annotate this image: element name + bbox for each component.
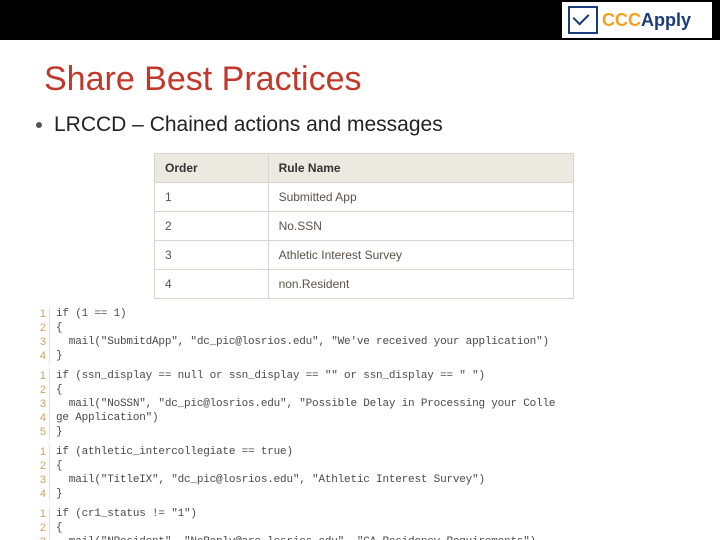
table-row: 2No.SSN (155, 212, 574, 241)
line-gutter: 1234 (28, 307, 50, 363)
slide-title: Share Best Practices (44, 60, 720, 99)
table-cell: 4 (155, 270, 269, 299)
bullet-dot-icon (36, 122, 42, 128)
bullet-item: LRCCD – Chained actions and messages (36, 113, 720, 137)
line-gutter: 1234 (28, 445, 50, 501)
table-cell: Submitted App (268, 183, 573, 212)
brand-logo: CCCApply (562, 2, 712, 38)
brand-text: CCCApply (602, 10, 691, 31)
col-order: Order (155, 154, 269, 183)
table-cell: No.SSN (268, 212, 573, 241)
code-lines: if (ssn_display == null or ssn_display =… (50, 369, 555, 439)
code-snippet: 1234if (1 == 1){ mail("SubmitdApp", "dc_… (28, 307, 692, 363)
line-gutter: 1234 (28, 507, 50, 540)
code-lines: if (cr1_status != "1"){ mail("NResident"… (50, 507, 536, 540)
table-cell: 1 (155, 183, 269, 212)
code-snippet: 12345if (ssn_display == null or ssn_disp… (28, 369, 692, 439)
table-row: 1Submitted App (155, 183, 574, 212)
table-cell: 3 (155, 241, 269, 270)
code-lines: if (athletic_intercollegiate == true){ m… (50, 445, 485, 501)
code-snippet: 1234if (cr1_status != "1"){ mail("NResid… (28, 507, 692, 540)
rules-table: Order Rule Name 1Submitted App2No.SSN3At… (154, 153, 574, 299)
checkbox-icon (568, 6, 598, 34)
table-cell: 2 (155, 212, 269, 241)
slide-top-bar: CCCApply (0, 0, 720, 40)
table-cell: non.Resident (268, 270, 573, 299)
bullet-text: LRCCD – Chained actions and messages (54, 113, 443, 137)
table-cell: Athletic Interest Survey (268, 241, 573, 270)
code-lines: if (1 == 1){ mail("SubmitdApp", "dc_pic@… (50, 307, 549, 363)
col-rule-name: Rule Name (268, 154, 573, 183)
table-row: 3Athletic Interest Survey (155, 241, 574, 270)
line-gutter: 12345 (28, 369, 50, 439)
code-snippet: 1234if (athletic_intercollegiate == true… (28, 445, 692, 501)
table-row: 4non.Resident (155, 270, 574, 299)
